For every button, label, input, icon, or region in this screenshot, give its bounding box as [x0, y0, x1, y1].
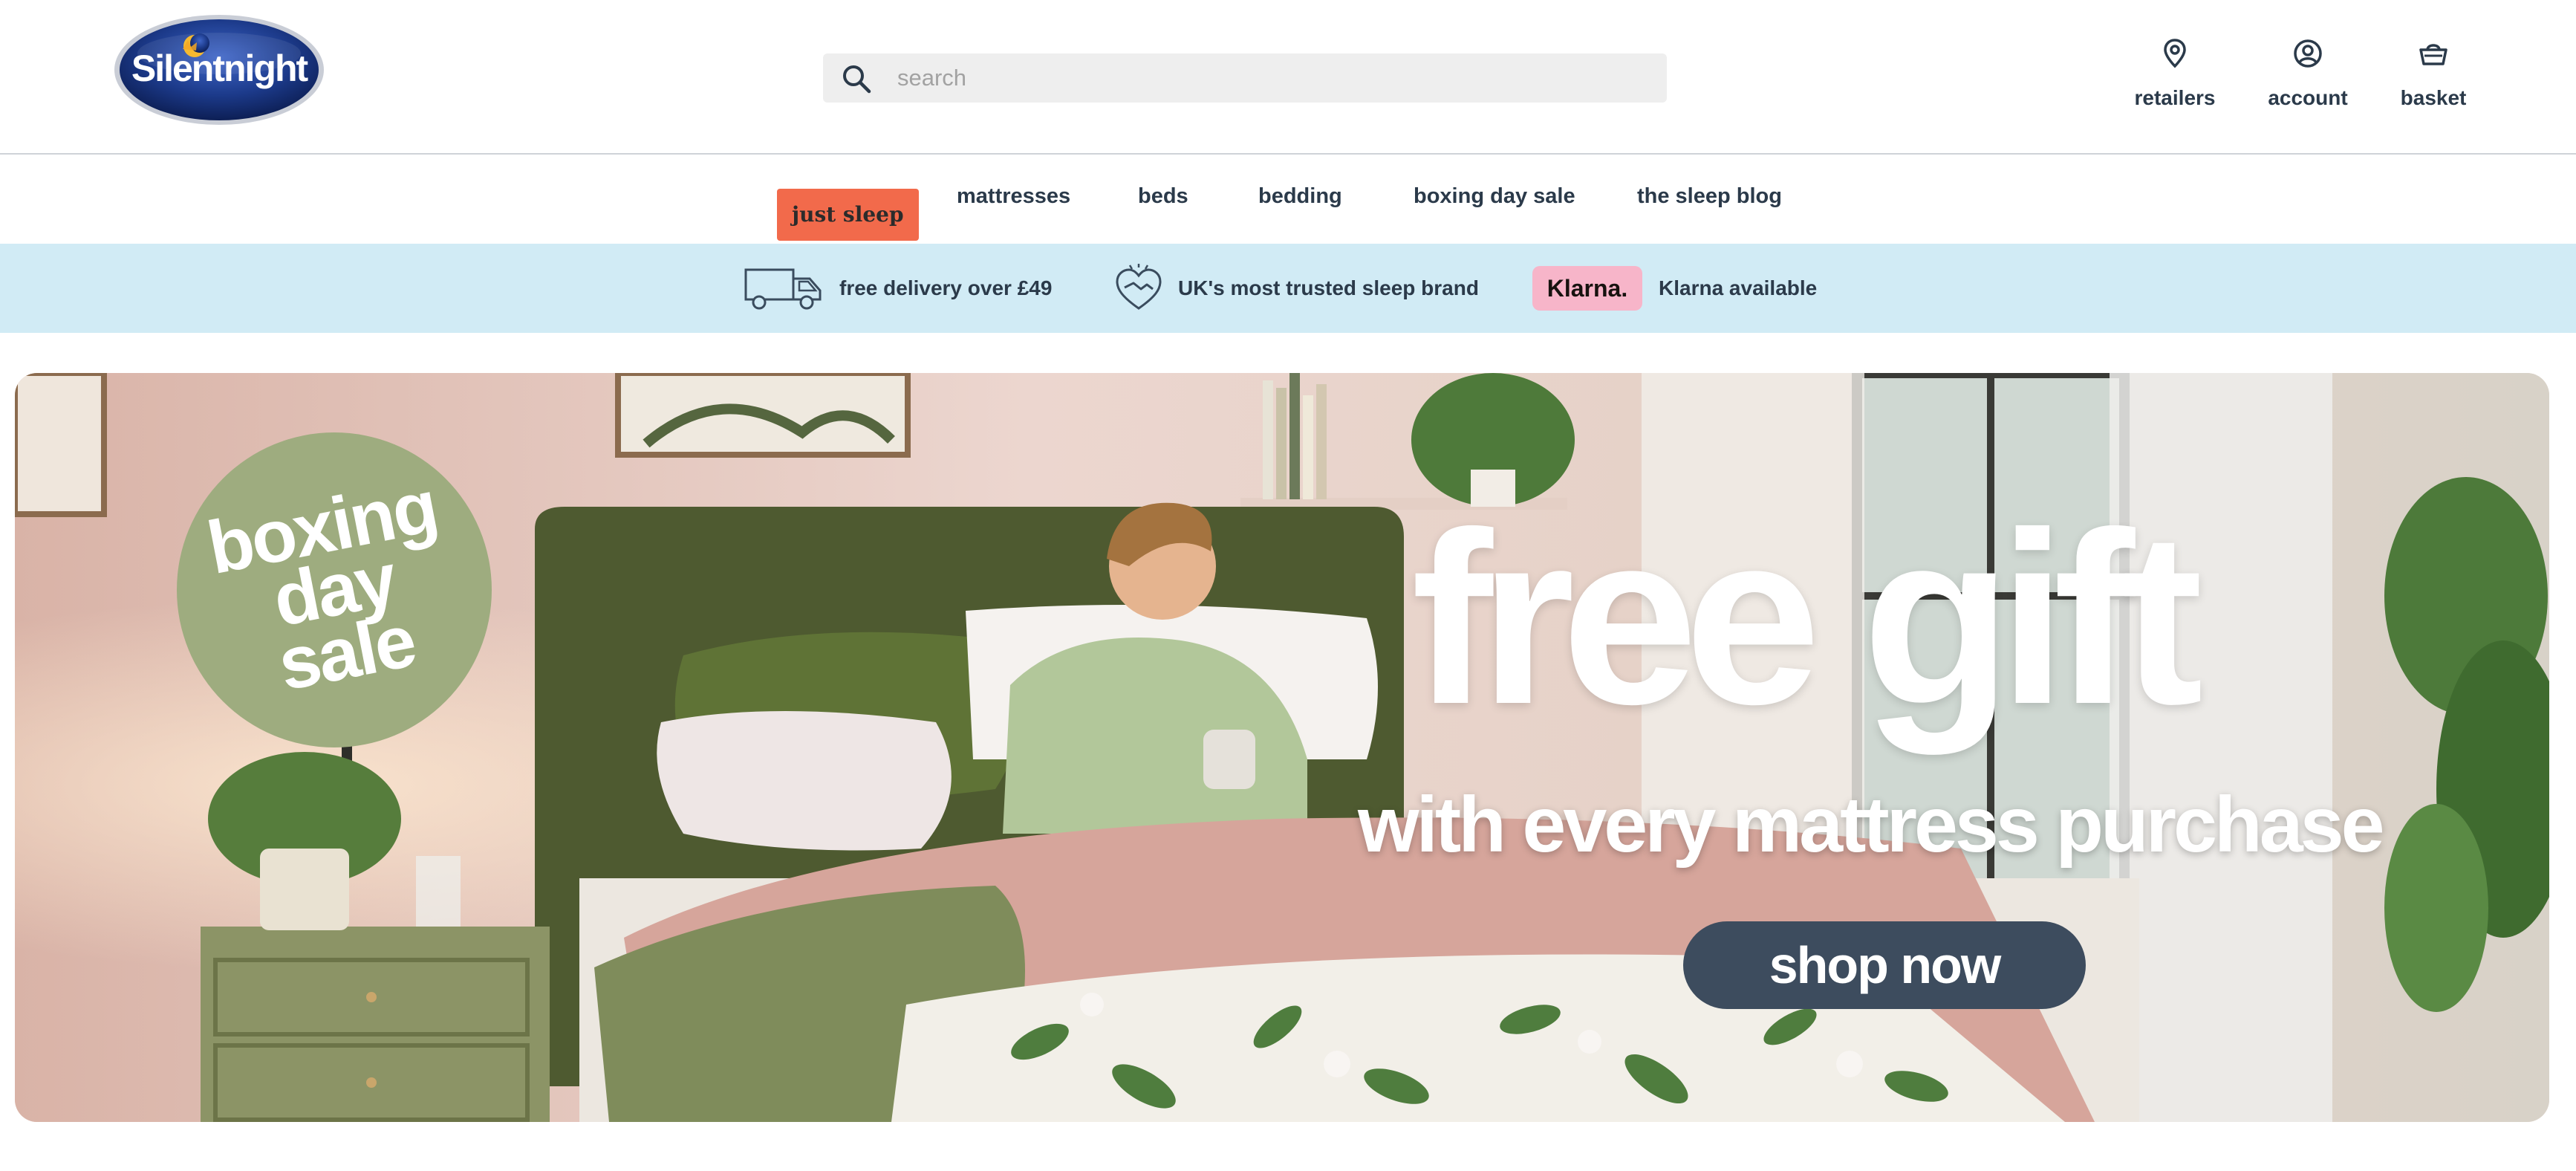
benefits-bar: free delivery over £49 UK's most trusted…	[0, 244, 2576, 333]
hero-subtitle: with every mattress purchase	[1358, 781, 2385, 869]
retailers-link[interactable]: retailers	[2129, 37, 2221, 119]
basket-icon	[2419, 44, 2447, 65]
delivery-truck-icon	[744, 268, 822, 310]
benefit-free-delivery: free delivery over £49	[743, 244, 1052, 333]
main-nav: just sleep mattresses beds bedding boxin…	[0, 156, 2576, 244]
handshake-heart-icon	[1116, 264, 1162, 310]
location-pin-icon	[2164, 39, 2186, 68]
boxing-day-sale-badge: boxing day sale	[177, 432, 492, 747]
search-input[interactable]	[897, 53, 1640, 103]
search-icon[interactable]	[841, 63, 872, 94]
benefit-free-delivery-label: free delivery over £49	[839, 276, 1053, 299]
account-link[interactable]: account	[2266, 37, 2350, 119]
shop-now-button[interactable]: shop now	[1683, 921, 2086, 1009]
benefit-trusted-brand: UK's most trusted sleep brand	[1114, 244, 1479, 333]
hero-banner[interactable]: boxing day sale free gift with every mat…	[15, 373, 2549, 1122]
logo-wordmark: Silentnight	[131, 48, 309, 89]
nav-item-sleep-blog[interactable]: the sleep blog	[1637, 186, 1782, 207]
nav-item-beds[interactable]: beds	[1138, 186, 1188, 207]
nav-item-boxing-day-sale[interactable]: boxing day sale	[1414, 186, 1575, 207]
silentnight-logo[interactable]: Silentnight	[111, 10, 327, 126]
benefit-trusted-brand-label: UK's most trusted sleep brand	[1178, 276, 1479, 299]
basket-link[interactable]: basket	[2396, 37, 2471, 119]
silentnight-logo-image: Silentnight	[114, 15, 324, 125]
basket-label: basket	[2400, 86, 2467, 109]
retailers-label: retailers	[2134, 86, 2216, 109]
search-bar[interactable]	[823, 53, 1667, 103]
benefit-klarna: Klarna. Klarna available	[1532, 244, 1817, 333]
nav-item-mattresses[interactable]: mattresses	[957, 186, 1070, 207]
nav-item-bedding[interactable]: bedding	[1258, 186, 1342, 207]
nav-item-just-sleep[interactable]: just sleep	[777, 189, 919, 241]
benefit-klarna-label: Klarna available	[1659, 276, 1818, 299]
account-label: account	[2268, 86, 2348, 109]
site-header: Silentnight retailers account basket	[0, 0, 2576, 155]
user-circle-icon	[2294, 39, 2322, 68]
klarna-logo: Klarna.	[1532, 266, 1642, 311]
hero-title: free gift	[1411, 481, 2203, 755]
